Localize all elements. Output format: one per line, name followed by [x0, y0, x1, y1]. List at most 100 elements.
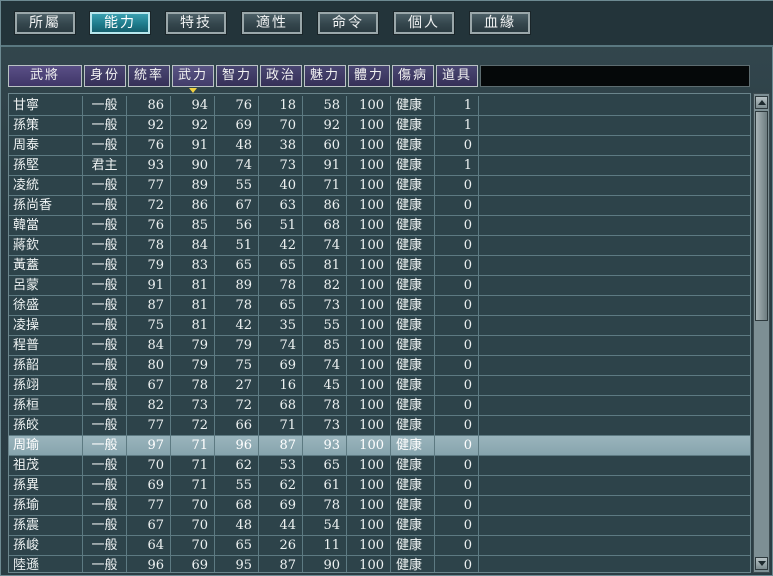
tab-command[interactable]: 命令: [317, 11, 379, 35]
cell-stamina: 100: [347, 556, 391, 572]
scroll-up-icon[interactable]: [755, 96, 768, 109]
table-row[interactable]: 周瑜 一般 97 71 96 87 93 100 健康 0: [9, 436, 750, 456]
column-header-general[interactable]: 武將: [8, 65, 82, 87]
cell-war: 94: [171, 96, 215, 115]
table-row[interactable]: 陸遜 一般 96 69 95 87 90 100 健康 0: [9, 556, 750, 572]
cell-intelligence: 76: [215, 96, 259, 115]
cell-leadership: 86: [127, 96, 171, 115]
cell-leadership: 76: [127, 136, 171, 155]
table-row[interactable]: 凌操 一般 75 81 42 35 55 100 健康 0: [9, 316, 750, 336]
table-row[interactable]: 程普 一般 84 79 79 74 85 100 健康 0: [9, 336, 750, 356]
cell-item: 0: [435, 496, 479, 515]
cell-status: 一般: [83, 456, 127, 475]
cell-charisma: 65: [303, 456, 347, 475]
cell-war: 70: [171, 496, 215, 515]
cell-charisma: 58: [303, 96, 347, 115]
cell-status: 一般: [83, 196, 127, 215]
scroll-down-icon[interactable]: [755, 557, 768, 570]
table-row[interactable]: 孫尚香 一般 72 86 67 63 86 100 健康 0: [9, 196, 750, 216]
table-row[interactable]: 祖茂 一般 70 71 62 53 65 100 健康 0: [9, 456, 750, 476]
tab-special-skill[interactable]: 特技: [165, 11, 227, 35]
table-row[interactable]: 韓當 一般 76 85 56 51 68 100 健康 0: [9, 216, 750, 236]
table-row[interactable]: 凌統 一般 77 89 55 40 71 100 健康 0: [9, 176, 750, 196]
cell-item: 1: [435, 156, 479, 175]
column-header-intelligence[interactable]: 智力: [216, 65, 258, 87]
column-header-war-label: 武力: [177, 68, 208, 83]
table-row[interactable]: 孫韶 一般 80 79 75 69 74 100 健康 0: [9, 356, 750, 376]
cell-politics: 69: [259, 496, 303, 515]
table-row[interactable]: 蔣欽 一般 78 84 51 42 74 100 健康 0: [9, 236, 750, 256]
column-header-injury[interactable]: 傷病: [392, 65, 434, 87]
cell-politics: 65: [259, 256, 303, 275]
cell-item: 0: [435, 456, 479, 475]
column-header-item[interactable]: 道具: [436, 65, 478, 87]
cell-status: 君主: [83, 156, 127, 175]
cell-intelligence: 65: [215, 536, 259, 555]
cell-politics: 71: [259, 416, 303, 435]
cell-war: 69: [171, 556, 215, 572]
cell-war: 79: [171, 336, 215, 355]
tab-personal[interactable]: 個人: [393, 11, 455, 35]
table-row[interactable]: 孫翊 一般 67 78 27 16 45 100 健康 0: [9, 376, 750, 396]
row-spacer: [479, 216, 750, 235]
cell-war: 81: [171, 276, 215, 295]
column-header-politics[interactable]: 政治: [260, 65, 302, 87]
cell-stamina: 100: [347, 396, 391, 415]
cell-stamina: 100: [347, 256, 391, 275]
table-row[interactable]: 周泰 一般 76 91 48 38 60 100 健康 0: [9, 136, 750, 156]
cell-politics: 42: [259, 236, 303, 255]
tab-aptitude[interactable]: 適性: [241, 11, 303, 35]
column-header-charisma[interactable]: 魅力: [304, 65, 346, 87]
cell-item: 0: [435, 536, 479, 555]
cell-general-name: 韓當: [9, 216, 83, 235]
column-header-status[interactable]: 身份: [84, 65, 126, 87]
cell-stamina: 100: [347, 536, 391, 555]
table-row[interactable]: 呂蒙 一般 91 81 89 78 82 100 健康 0: [9, 276, 750, 296]
tab-affiliation[interactable]: 所屬: [14, 11, 76, 35]
cell-leadership: 67: [127, 376, 171, 395]
cell-politics: 16: [259, 376, 303, 395]
cell-charisma: 81: [303, 256, 347, 275]
row-spacer: [479, 136, 750, 155]
table-row[interactable]: 孫異 一般 69 71 55 62 61 100 健康 0: [9, 476, 750, 496]
cell-item: 0: [435, 356, 479, 375]
table-row[interactable]: 孫峻 一般 64 70 65 26 11 100 健康 0: [9, 536, 750, 556]
cell-intelligence: 68: [215, 496, 259, 515]
column-header-stamina[interactable]: 體力: [348, 65, 390, 87]
cell-stamina: 100: [347, 216, 391, 235]
vertical-scrollbar[interactable]: [753, 93, 770, 573]
cell-general-name: 孫皎: [9, 416, 83, 435]
cell-status: 一般: [83, 556, 127, 572]
cell-general-name: 孫峻: [9, 536, 83, 555]
row-spacer: [479, 116, 750, 135]
cell-status: 一般: [83, 336, 127, 355]
cell-war: 79: [171, 356, 215, 375]
column-header-leadership[interactable]: 統率: [128, 65, 170, 87]
cell-charisma: 78: [303, 396, 347, 415]
cell-leadership: 67: [127, 516, 171, 535]
table-row[interactable]: 黃蓋 一般 79 83 65 65 81 100 健康 0: [9, 256, 750, 276]
cell-general-name: 周泰: [9, 136, 83, 155]
table-row[interactable]: 孫皎 一般 77 72 66 71 73 100 健康 0: [9, 416, 750, 436]
column-header-war[interactable]: 武力: [172, 65, 214, 93]
cell-item: 0: [435, 296, 479, 315]
cell-injury: 健康: [391, 476, 435, 495]
table-row[interactable]: 孫震 一般 67 70 48 44 54 100 健康 0: [9, 516, 750, 536]
cell-stamina: 100: [347, 296, 391, 315]
table-row[interactable]: 孫桓 一般 82 73 72 68 78 100 健康 0: [9, 396, 750, 416]
cell-general-name: 周瑜: [9, 436, 83, 455]
cell-item: 1: [435, 116, 479, 135]
tab-ability[interactable]: 能力: [89, 11, 151, 35]
table-row[interactable]: 甘寧 一般 86 94 76 18 58 100 健康 1: [9, 96, 750, 116]
table-row[interactable]: 孫堅 君主 93 90 74 73 91 100 健康 1: [9, 156, 750, 176]
row-spacer: [479, 396, 750, 415]
cell-status: 一般: [83, 216, 127, 235]
scroll-thumb[interactable]: [755, 111, 768, 321]
table-row[interactable]: 孫策 一般 92 92 69 70 92 100 健康 1: [9, 116, 750, 136]
tab-bloodline[interactable]: 血緣: [469, 11, 531, 35]
table-row[interactable]: 徐盛 一般 87 81 78 65 73 100 健康 0: [9, 296, 750, 316]
cell-politics: 40: [259, 176, 303, 195]
table-row[interactable]: 孫瑜 一般 77 70 68 69 78 100 健康 0: [9, 496, 750, 516]
cell-intelligence: 55: [215, 476, 259, 495]
cell-general-name: 孫翊: [9, 376, 83, 395]
